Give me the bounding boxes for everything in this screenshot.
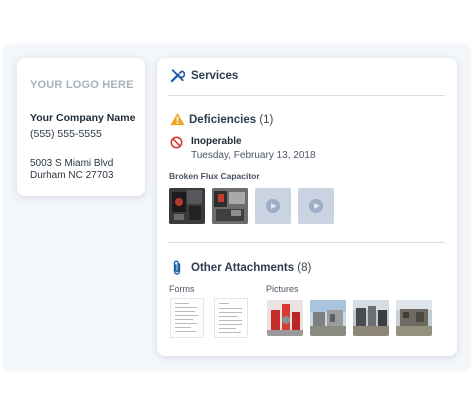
- deficiency-video[interactable]: [298, 188, 334, 224]
- warning-icon: [170, 112, 185, 131]
- services-card: Services Deficiencies (1) Inoperable Tue…: [157, 58, 457, 356]
- deficiency-item-label: Broken Flux Capacitor: [169, 171, 260, 181]
- attachment-photo[interactable]: [310, 300, 346, 336]
- attachment-photo[interactable]: [396, 300, 432, 336]
- services-title: Services: [191, 70, 239, 82]
- deficiencies-heading: Deficiencies (1): [189, 114, 273, 126]
- attachment-photo[interactable]: [267, 300, 303, 336]
- attachment-photo[interactable]: [353, 300, 389, 336]
- form-document[interactable]: [170, 298, 204, 338]
- form-document[interactable]: [214, 298, 248, 338]
- deficiency-date: Tuesday, February 13, 2018: [191, 150, 316, 161]
- company-address-line2: Durham NC 27703: [30, 170, 114, 181]
- deficiency-status: Inoperable: [191, 136, 242, 147]
- attachments-divider: [168, 242, 445, 243]
- pictures-label: Pictures: [266, 284, 299, 294]
- play-icon: [266, 199, 280, 213]
- deficiencies-title: Deficiencies: [189, 114, 257, 126]
- attachments-title: Other Attachments: [191, 262, 295, 274]
- logo-placeholder: YOUR LOGO HERE: [30, 79, 134, 91]
- company-name: Your Company Name: [30, 112, 136, 124]
- attachments-count: (8): [297, 262, 312, 274]
- attachments-heading: Other Attachments (8): [191, 262, 311, 274]
- prohibited-icon: [170, 136, 183, 154]
- play-icon: [309, 199, 323, 213]
- deficiency-photo[interactable]: [169, 188, 205, 224]
- company-card: YOUR LOGO HERE Your Company Name (555) 5…: [17, 58, 145, 196]
- deficiency-video[interactable]: [255, 188, 291, 224]
- forms-label: Forms: [169, 284, 195, 294]
- paperclip-icon: [171, 260, 183, 281]
- services-divider: [168, 95, 445, 96]
- tools-icon: [170, 68, 186, 88]
- company-address-line1: 5003 S Miami Blvd: [30, 158, 114, 169]
- company-phone: (555) 555-5555: [30, 128, 102, 140]
- deficiency-photo[interactable]: [212, 188, 248, 224]
- deficiencies-count: (1): [259, 114, 274, 126]
